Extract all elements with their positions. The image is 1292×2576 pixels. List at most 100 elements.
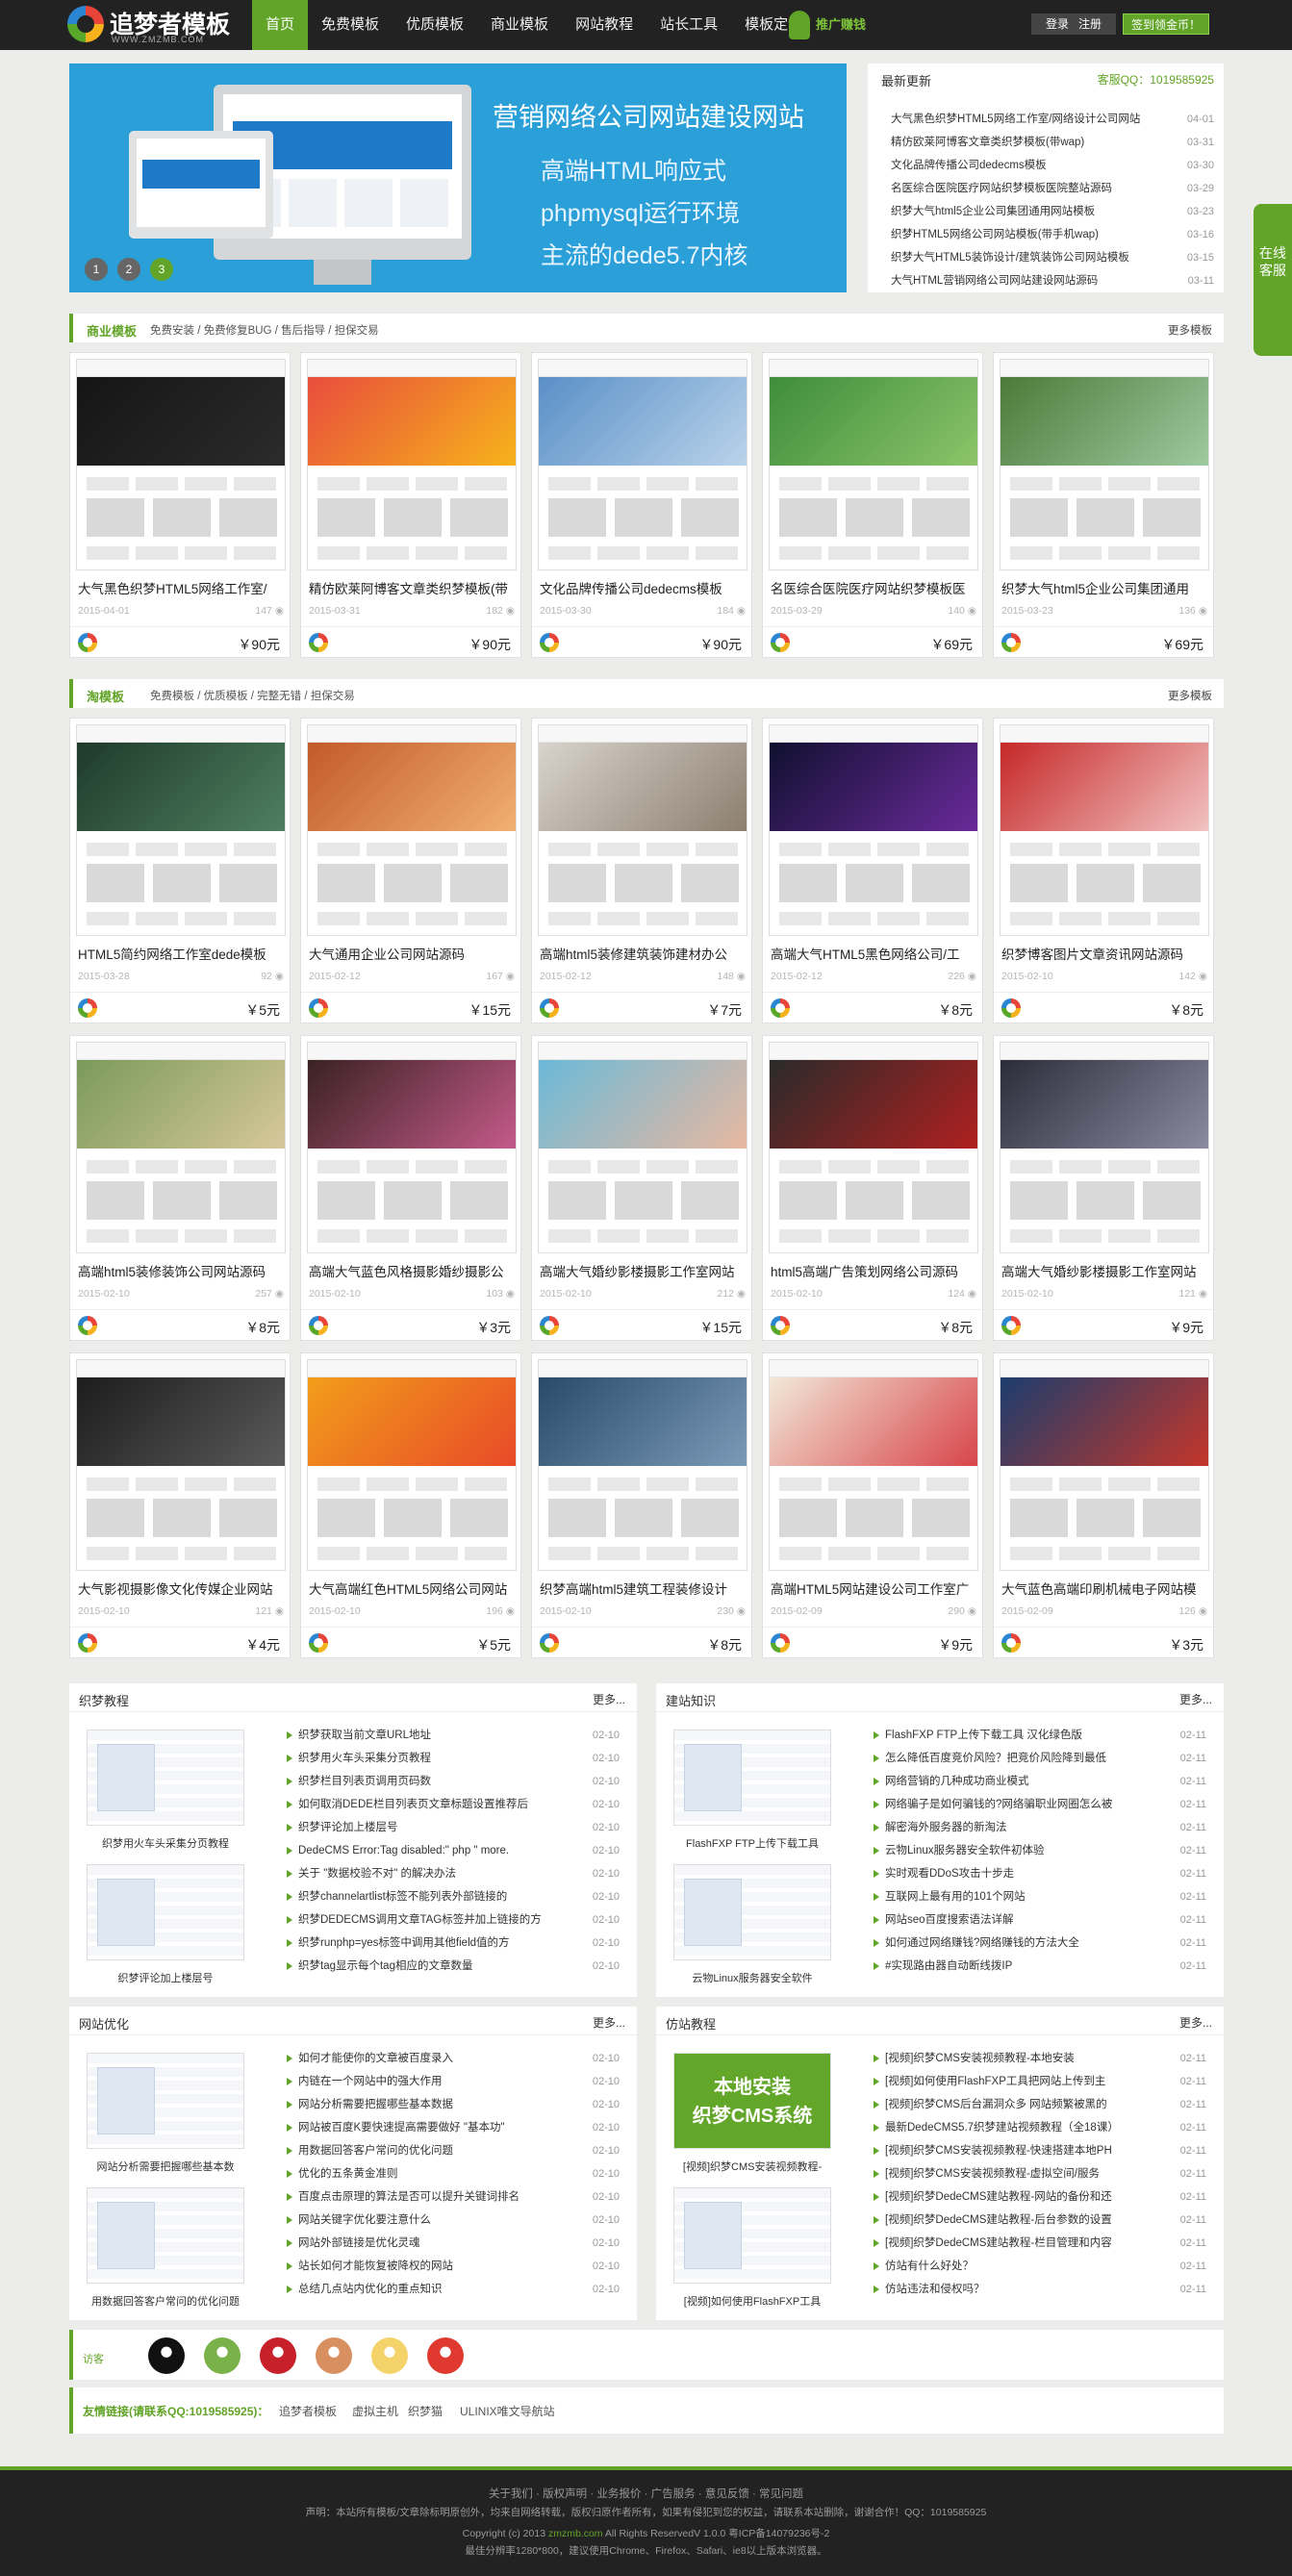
article-item[interactable]: 织梦获取当前文章URL地址 02-10 (287, 1724, 620, 1747)
box-more-link[interactable]: 更多... (593, 1691, 625, 1707)
article-title[interactable]: 最新DedeCMS5.7织梦建站视频教程（全18课） (885, 2116, 1174, 2139)
template-title[interactable]: 高端HTML5网站建设公司工作室广 (771, 1578, 976, 1598)
article-item[interactable]: [视频]织梦CMS安装视频教程-快速搭建本地PH 02-11 (874, 2139, 1206, 2162)
article-title[interactable]: 如何取消DEDE栏目列表页文章标题设置推荐后 (298, 1793, 587, 1816)
slide-dot[interactable]: 1 (85, 258, 108, 281)
template-thumbnail[interactable] (538, 724, 747, 936)
article-title[interactable]: [视频]织梦CMS安装视频教程-快速搭建本地PH (885, 2139, 1174, 2162)
template-thumbnail[interactable] (538, 359, 747, 570)
article-title[interactable]: 织梦评论加上楼层号 (298, 1816, 587, 1839)
template-card[interactable]: 织梦大气html5企业公司集团通用 2015-03-23 136 ◉ ￥69元 (993, 352, 1214, 658)
author-avatar[interactable] (540, 998, 559, 1018)
article-item[interactable]: #实现路由器自动断线拨IP 02-11 (874, 1955, 1206, 1978)
template-thumbnail[interactable] (76, 1042, 286, 1253)
article-title[interactable]: 织梦DEDECMS调用文章TAG标签并加上链接的方 (298, 1908, 587, 1932)
online-service-tab[interactable]: 在线客服 (1254, 204, 1292, 356)
author-avatar[interactable] (309, 1633, 328, 1653)
article-item[interactable]: 如何通过网络赚钱?网络赚钱的方法大全 02-11 (874, 1932, 1206, 1955)
article-title[interactable]: 关于 "数据校验不对" 的解决办法 (298, 1862, 587, 1885)
article-title[interactable]: [视频]织梦CMS后台漏洞众多 网站频繁被黑的 (885, 2093, 1174, 2116)
hero-banner[interactable]: 营销网络公司网站建设网站 高端HTML响应式 phpmysql运行环境 主流的d… (69, 63, 847, 292)
nav-business-templates[interactable]: 商业模板 (477, 0, 562, 50)
article-title[interactable]: [视频]如何使用FlashFXP工具把网站上传到主 (885, 2070, 1174, 2093)
article-item[interactable]: [视频]织梦DedeCMS建站教程-栏目管理和内容 02-11 (874, 2232, 1206, 2255)
author-avatar[interactable] (78, 633, 97, 652)
article-title[interactable]: 网站分析需要把握哪些基本数据 (298, 2093, 587, 2116)
template-card[interactable]: 高端html5装修装饰公司网站源码 2015-02-10 257 ◉ ￥8元 (69, 1035, 291, 1341)
template-card[interactable]: 大气黑色织梦HTML5网络工作室/2015-04-01 147 ◉ ￥90元 (69, 352, 291, 658)
article-title[interactable]: 网络骗子是如何骗钱的?网络骗职业网圈怎么被 (885, 1793, 1174, 1816)
news-item-title[interactable]: 大气黑色织梦HTML5网络工作室/网络设计公司网站 (891, 108, 1140, 131)
article-item[interactable]: [视频]织梦DedeCMS建站教程-后台参数的设置 02-11 (874, 2209, 1206, 2232)
article-item[interactable]: 网站关键字优化要注意什么 02-10 (287, 2209, 620, 2232)
article-caption[interactable]: [视频]织梦CMS安装视频教程- (666, 2159, 839, 2174)
template-thumbnail[interactable] (769, 1359, 978, 1571)
article-item[interactable]: 总结几点站内优化的重点知识 02-10 (287, 2278, 620, 2301)
template-title[interactable]: 高端html5装修建筑装饰建材办公 (540, 944, 746, 963)
template-card[interactable]: 大气蓝色高端印刷机械电子网站模 2015-02-09 126 ◉ ￥3元 (993, 1352, 1214, 1658)
sign-in-coins-button[interactable]: 签到领金币！ (1123, 13, 1210, 35)
article-item[interactable]: [视频]如何使用FlashFXP工具把网站上传到主 02-11 (874, 2070, 1206, 2093)
template-title[interactable]: 精仿欧莱阿博客文章类织梦模板(带 (309, 578, 515, 597)
template-thumbnail[interactable] (307, 359, 517, 570)
template-card[interactable]: 大气影视摄影像文化传媒企业网站 2015-02-10 121 ◉ ￥4元 (69, 1352, 291, 1658)
article-item[interactable]: [视频]织梦CMS后台漏洞众多 网站频繁被黑的 02-11 (874, 2093, 1206, 2116)
article-item[interactable]: 网络营销的几种成功商业模式 02-11 (874, 1770, 1206, 1793)
author-avatar[interactable] (1001, 1316, 1021, 1335)
template-card[interactable]: 高端大气蓝色风格摄影婚纱摄影公 2015-02-10 103 ◉ ￥3元 (300, 1035, 521, 1341)
article-title[interactable]: 百度点击原理的算法是否可以提升关键词排名 (298, 2185, 587, 2209)
article-item[interactable]: 如何取消DEDE栏目列表页文章标题设置推荐后 02-10 (287, 1793, 620, 1816)
template-thumbnail[interactable] (538, 1042, 747, 1253)
article-caption[interactable]: 网站分析需要把握哪些基本数 (79, 2159, 252, 2174)
template-card[interactable]: HTML5简约网络工作室dede模板 2015-03-28 92 ◉ ￥5元 (69, 718, 291, 1023)
friend-link[interactable]: 虚拟主机 (352, 2403, 398, 2419)
more-templates-link[interactable]: 更多模板 (1168, 322, 1212, 338)
box-more-link[interactable]: 更多... (593, 2014, 625, 2031)
article-item[interactable]: FlashFXP FTP上传下载工具 汉化绿色版 02-11 (874, 1724, 1206, 1747)
article-caption[interactable]: 织梦评论加上楼层号 (79, 1970, 252, 1985)
article-title[interactable]: 网站外部链接是优化灵魂 (298, 2232, 587, 2255)
author-avatar[interactable] (540, 1633, 559, 1653)
visitor-avatar[interactable] (371, 2337, 408, 2374)
article-item[interactable]: 仿站有什么好处？ 02-11 (874, 2255, 1206, 2278)
article-item[interactable]: 实时观看DDoS攻击十步走 02-11 (874, 1862, 1206, 1885)
template-card[interactable]: 大气高端红色HTML5网络公司网站 2015-02-10 196 ◉ ￥5元 (300, 1352, 521, 1658)
template-card[interactable]: 大气通用企业公司网站源码 2015-02-12 167 ◉ ￥15元 (300, 718, 521, 1023)
article-title[interactable]: 实时观看DDoS攻击十步走 (885, 1862, 1174, 1885)
template-card[interactable]: html5高端广告策划网络公司源码 2015-02-10 124 ◉ ￥8元 (762, 1035, 983, 1341)
news-item[interactable]: 织梦大气html5企业公司集团通用网站模板 03-23 (891, 200, 1214, 223)
template-thumbnail[interactable] (76, 359, 286, 570)
article-item[interactable]: 仿站违法和侵权吗？ 02-11 (874, 2278, 1206, 2301)
article-title[interactable]: 织梦tag显示每个tag相应的文章数量 (298, 1955, 587, 1978)
author-avatar[interactable] (309, 1316, 328, 1335)
service-qq[interactable]: 客服QQ：1019585925 (1098, 71, 1214, 88)
template-card[interactable]: 织梦博客图片文章资讯网站源码 2015-02-10 142 ◉ ￥8元 (993, 718, 1214, 1023)
article-title[interactable]: 怎么降低百度竞价风险？把竞价风险降到最低 (885, 1747, 1174, 1770)
visitor-avatar[interactable] (148, 2337, 185, 2374)
template-title[interactable]: 大气通用企业公司网站源码 (309, 944, 515, 963)
author-avatar[interactable] (540, 633, 559, 652)
template-title[interactable]: 名医综合医院医疗网站织梦模板医 (771, 578, 976, 597)
template-title[interactable]: 织梦博客图片文章资讯网站源码 (1001, 944, 1207, 963)
more-templates-link[interactable]: 更多模板 (1168, 688, 1212, 703)
author-avatar[interactable] (1001, 998, 1021, 1018)
promo-link[interactable]: 推广赚钱 (789, 6, 866, 44)
news-item[interactable]: 织梦大气HTML5装饰设计/建筑装饰公司网站模板 03-15 (891, 246, 1214, 269)
article-title[interactable]: 织梦channelartlist标签不能列表外部链接的 (298, 1885, 587, 1908)
news-item-title[interactable]: 织梦HTML5网络公司网站模板(带手机wap) (891, 223, 1099, 246)
author-avatar[interactable] (771, 633, 790, 652)
article-item[interactable]: 怎么降低百度竞价风险？把竞价风险降到最低 02-11 (874, 1747, 1206, 1770)
template-title[interactable]: 织梦大气html5企业公司集团通用 (1001, 578, 1207, 597)
news-item-title[interactable]: 织梦大气HTML5装饰设计/建筑装饰公司网站模板 (891, 246, 1129, 269)
template-card[interactable]: 高端大气婚纱影楼摄影工作室网站 2015-02-10 212 ◉ ￥15元 (531, 1035, 752, 1341)
template-card[interactable]: 高端大气婚纱影楼摄影工作室网站 2015-02-10 121 ◉ ￥9元 (993, 1035, 1214, 1341)
template-title[interactable]: 高端大气HTML5黑色网络公司/工 (771, 944, 976, 963)
site-logo[interactable]: 追梦者模板 WWW.ZMZMB.COM (67, 4, 231, 46)
template-card[interactable]: 名医综合医院医疗网站织梦模板医 2015-03-29 140 ◉ ￥69元 (762, 352, 983, 658)
article-title[interactable]: [视频]织梦DedeCMS建站教程-网站的备份和还 (885, 2185, 1174, 2209)
author-avatar[interactable] (309, 633, 328, 652)
article-title[interactable]: 内链在一个网站中的强大作用 (298, 2070, 587, 2093)
article-thumb[interactable]: 本地安装 织梦CMS系统 (673, 2053, 831, 2149)
article-title[interactable]: 总结几点站内优化的重点知识 (298, 2278, 587, 2301)
article-title[interactable]: 仿站有什么好处？ (885, 2255, 1174, 2278)
